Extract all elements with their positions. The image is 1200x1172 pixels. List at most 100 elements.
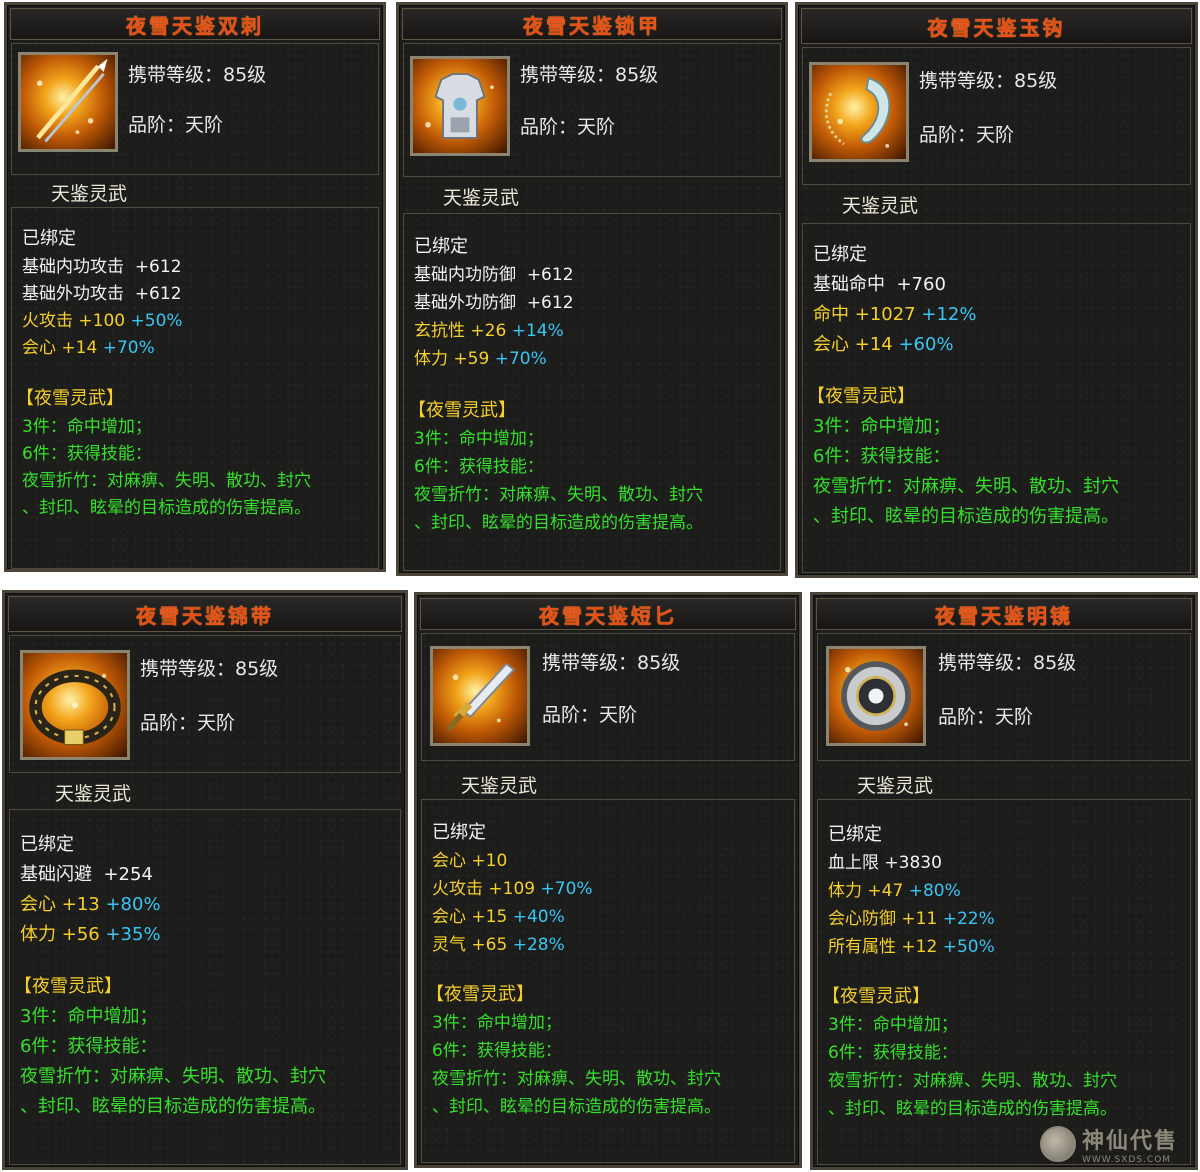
item-title: 夜雪天鉴锁甲 bbox=[523, 13, 661, 38]
skill-desc-2: 、封印、眩晕的目标造成的伤害提高。 bbox=[813, 506, 1119, 527]
watermark-url: WWW.SXDS.COM bbox=[1082, 1155, 1172, 1165]
watermark-logo-icon bbox=[1040, 1126, 1076, 1162]
carry-level: 携带等级：85级 bbox=[919, 70, 1058, 92]
item-title-bar: 夜雪天鉴玉钩 bbox=[801, 8, 1192, 44]
item-title-bar: 夜雪天鉴短匕 bbox=[420, 598, 796, 630]
carry-level: 携带等级：85级 bbox=[938, 652, 1077, 674]
carry-level: 携带等级：85级 bbox=[140, 658, 279, 680]
skill-desc-2: 、封印、眩晕的目标造成的伤害提高。 bbox=[20, 1096, 326, 1117]
stat-row: 所有属性 +12 +50% bbox=[828, 937, 995, 957]
item-grade: 品阶：天阶 bbox=[542, 704, 638, 726]
skill-desc-2: 、封印、眩晕的目标造成的伤害提高。 bbox=[414, 513, 703, 533]
carry-level: 携带等级：85级 bbox=[542, 652, 681, 674]
skill-desc-2: 、封印、眩晕的目标造成的伤害提高。 bbox=[828, 1099, 1117, 1119]
bound-status: 已绑定 bbox=[828, 824, 882, 845]
bound-status: 已绑定 bbox=[22, 228, 76, 249]
set-bonus-3: 3件：命中增加； bbox=[414, 429, 544, 449]
set-name: 【夜雪灵武】 bbox=[408, 400, 516, 421]
skill-desc-1: 夜雪折竹：对麻痹、失明、散功、封穴 bbox=[22, 471, 311, 491]
bound-status: 已绑定 bbox=[414, 236, 468, 257]
set-bonus-3: 3件：命中增加； bbox=[22, 417, 152, 437]
item-title: 夜雪天鉴双刺 bbox=[126, 13, 264, 38]
set-bonus-3: 3件：命中增加； bbox=[828, 1015, 958, 1035]
item-card-jade-hook: 夜雪天鉴玉钩 携带等级：85级 品阶：天阶 天鉴灵武 已绑定 基础命中 +760… bbox=[795, 2, 1198, 578]
set-name: 【夜雪灵武】 bbox=[16, 388, 124, 409]
stat-row: 血上限 +3830 bbox=[828, 853, 942, 873]
set-name: 【夜雪灵武】 bbox=[807, 386, 915, 407]
skill-desc-2: 、封印、眩晕的目标造成的伤害提高。 bbox=[22, 498, 311, 518]
stat-row: 基础命中 +760 bbox=[813, 274, 946, 295]
carry-level: 携带等级：85级 bbox=[128, 64, 267, 86]
stat-row: 会心 +14 +70% bbox=[22, 338, 155, 358]
skill-desc-1: 夜雪折竹：对麻痹、失明、散功、封穴 bbox=[414, 485, 703, 505]
stat-row: 会心 +15 +40% bbox=[432, 907, 565, 927]
stat-row: 基础外功攻击 +612 bbox=[22, 284, 182, 304]
item-card-armor: 夜雪天鉴锁甲 携带等级：85级 品阶：天阶 天鉴灵武 已绑定 基础内功防御 +6… bbox=[396, 2, 788, 576]
item-title: 夜雪天鉴明镜 bbox=[935, 603, 1073, 628]
set-bonus-6: 6件：获得技能： bbox=[432, 1041, 562, 1061]
item-stats: 已绑定 基础内功攻击 +612 基础外功攻击 +612 火攻击 +100 +50… bbox=[11, 207, 379, 569]
set-bonus-6: 6件：获得技能： bbox=[414, 457, 544, 477]
item-card-twin-spears: 夜雪天鉴双刺 携带等级：85级 品阶：天阶 天鉴灵武 已绑定 基础内功攻击 +6… bbox=[4, 2, 386, 572]
mirror-icon bbox=[826, 646, 926, 746]
stat-row: 体力 +56 +35% bbox=[20, 924, 161, 945]
set-bonus-3: 3件：命中增加； bbox=[813, 416, 951, 437]
skill-desc-1: 夜雪折竹：对麻痹、失明、散功、封穴 bbox=[828, 1071, 1117, 1091]
bound-status: 已绑定 bbox=[432, 822, 486, 843]
twin-spear-icon bbox=[18, 52, 118, 152]
set-name: 【夜雪灵武】 bbox=[14, 976, 122, 997]
stat-row: 基础闪避 +254 bbox=[20, 864, 153, 885]
item-title: 夜雪天鉴锦带 bbox=[136, 603, 274, 628]
set-bonus-3: 3件：命中增加； bbox=[20, 1006, 158, 1027]
bound-status: 已绑定 bbox=[813, 244, 867, 265]
watermark-text: 神仙代售 bbox=[1082, 1128, 1179, 1154]
set-name: 【夜雪灵武】 bbox=[822, 986, 930, 1007]
item-subtype: 天鉴灵武 bbox=[55, 783, 132, 805]
belt-icon bbox=[20, 650, 130, 760]
item-header: 携带等级：85级 品阶：天阶 bbox=[9, 635, 401, 773]
skill-desc-1: 夜雪折竹：对麻痹、失明、散功、封穴 bbox=[20, 1066, 326, 1087]
item-stats: 已绑定 基础命中 +760 命中 +1027 +12% 会心 +14 +60% … bbox=[802, 223, 1191, 573]
stat-row: 会心 +13 +80% bbox=[20, 894, 161, 915]
item-stats: 已绑定 会心 +10 火攻击 +109 +70% 会心 +15 +40% 灵气 … bbox=[421, 799, 795, 1163]
carry-level: 携带等级：85级 bbox=[520, 64, 659, 86]
item-title: 夜雪天鉴短匕 bbox=[539, 603, 677, 628]
stat-row: 基础内功攻击 +612 bbox=[22, 257, 182, 277]
stat-row: 体力 +59 +70% bbox=[414, 349, 547, 369]
stat-row: 会心 +14 +60% bbox=[813, 334, 954, 355]
item-subtype: 天鉴灵武 bbox=[51, 183, 128, 205]
item-grade: 品阶：天阶 bbox=[938, 706, 1034, 728]
skill-desc-1: 夜雪折竹：对麻痹、失明、散功、封穴 bbox=[432, 1069, 721, 1089]
set-bonus-3: 3件：命中增加； bbox=[432, 1013, 562, 1033]
item-stats: 已绑定 基础闪避 +254 会心 +13 +80% 体力 +56 +35% 【夜… bbox=[9, 809, 401, 1165]
dagger-icon bbox=[430, 646, 530, 746]
item-grade: 品阶：天阶 bbox=[919, 124, 1015, 146]
item-title-bar: 夜雪天鉴明镜 bbox=[816, 598, 1192, 630]
site-watermark: 神仙代售 WWW.SXDS.COM bbox=[1040, 1118, 1198, 1170]
item-header: 携带等级：85级 品阶：天阶 bbox=[802, 47, 1191, 185]
stat-row: 玄抗性 +26 +14% bbox=[414, 321, 564, 341]
stat-row: 命中 +1027 +12% bbox=[813, 304, 977, 325]
stat-row: 火攻击 +109 +70% bbox=[432, 879, 593, 899]
stat-row: 会心防御 +11 +22% bbox=[828, 909, 995, 929]
item-grade: 品阶：天阶 bbox=[140, 712, 236, 734]
stat-row: 火攻击 +100 +50% bbox=[22, 311, 183, 331]
item-grade: 品阶：天阶 bbox=[520, 116, 616, 138]
item-title-bar: 夜雪天鉴锦带 bbox=[8, 596, 402, 632]
item-title-bar: 夜雪天鉴双刺 bbox=[10, 8, 380, 40]
set-name: 【夜雪灵武】 bbox=[426, 984, 534, 1005]
stat-row: 会心 +10 bbox=[432, 851, 508, 871]
item-card-mirror: 夜雪天鉴明镜 携带等级：85级 品阶：天阶 天鉴灵武 已绑定 血上限 +3830… bbox=[810, 592, 1198, 1170]
item-title: 夜雪天鉴玉钩 bbox=[927, 15, 1066, 40]
item-header: 携带等级：85级 品阶：天阶 bbox=[817, 633, 1191, 761]
set-bonus-6: 6件：获得技能： bbox=[828, 1043, 958, 1063]
set-bonus-6: 6件：获得技能： bbox=[22, 444, 152, 464]
item-card-belt: 夜雪天鉴锦带 携带等级：85级 品阶：天阶 天鉴灵武 已绑定 基础闪避 +254… bbox=[2, 590, 408, 1170]
item-title-bar: 夜雪天鉴锁甲 bbox=[402, 8, 782, 40]
item-stats: 已绑定 血上限 +3830 体力 +47 +80% 会心防御 +11 +22% … bbox=[817, 799, 1191, 1165]
stat-row: 体力 +47 +80% bbox=[828, 881, 961, 901]
item-subtype: 天鉴灵武 bbox=[443, 187, 520, 209]
item-subtype: 天鉴灵武 bbox=[461, 775, 538, 797]
item-card-dagger: 夜雪天鉴短匕 携带等级：85级 品阶：天阶 天鉴灵武 已绑定 会心 +10 火攻… bbox=[414, 592, 802, 1168]
jade-hook-icon bbox=[809, 62, 909, 162]
